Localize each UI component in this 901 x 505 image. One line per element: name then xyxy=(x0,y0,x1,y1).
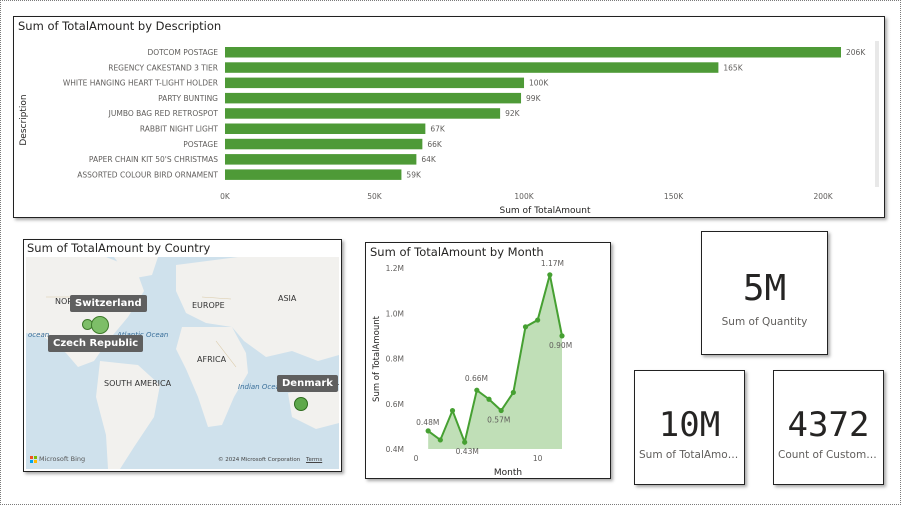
bar-category-label: JUMBO BAG RED RETROSPOT xyxy=(108,109,219,118)
data-point xyxy=(522,324,529,330)
map-area[interactable]: NORTH EUROPE ASIA AFRICA SOUTH AMERICA A… xyxy=(26,257,339,469)
bar-category-label: ASSORTED COLOUR BIRD ORNAMENT xyxy=(77,170,218,179)
y-tick-label: 0.4M xyxy=(386,445,404,454)
kpi-label-quantity: Sum of Quantity xyxy=(721,316,808,328)
bar xyxy=(225,92,522,104)
bubble-switzerland[interactable] xyxy=(91,316,109,334)
scrollbar-track xyxy=(875,41,879,187)
bar-category-label: DOTCOM POSTAGE xyxy=(147,48,218,57)
x-tick-label: 0K xyxy=(220,192,231,201)
x-axis-title: Month xyxy=(494,468,522,478)
report-canvas: Sum of TotalAmount by Description DOTCOM… xyxy=(0,0,901,505)
bar-data-label: 100K xyxy=(529,79,549,88)
y-tick-label: 1.0M xyxy=(386,309,404,318)
x-tick-label: 200K xyxy=(813,192,833,201)
data-point xyxy=(425,428,431,434)
terms-link[interactable]: Terms xyxy=(306,457,322,463)
ocean-label-cut: ocean xyxy=(28,331,50,339)
line-chart: 0.4M 0.6M 0.8M 1.0M 1.2M 0 10 0.48M 0.43M 0.66M 0.… xyxy=(372,259,572,478)
copyright-text: © 2024 Microsoft Corporation xyxy=(218,457,301,463)
bar xyxy=(225,62,719,73)
bar xyxy=(225,138,423,150)
kpi-label-totalamount: Sum of TotalAmount xyxy=(639,449,744,461)
bar xyxy=(225,169,402,180)
bar xyxy=(225,123,426,134)
data-point xyxy=(547,272,553,278)
bar-data-label: 99K xyxy=(526,94,542,103)
x-tick-label: 0 xyxy=(414,454,419,463)
x-tick-label: 150K xyxy=(664,192,684,201)
bar xyxy=(225,108,501,119)
line-data-label: 0.66M xyxy=(465,374,488,383)
bar-data-label: 67K xyxy=(430,125,446,134)
data-point xyxy=(498,407,504,414)
line-chart-card[interactable]: Sum of TotalAmount by Month 0.4M 0.6M 0.8M… xyxy=(365,242,611,479)
bar-category-label: PARTY BUNTING xyxy=(158,94,218,103)
bar-category-label: POSTAGE xyxy=(183,140,218,149)
kpi-card-customer-count[interactable]: 4372 Count of Customer... xyxy=(773,370,884,485)
map-title: Sum of TotalAmount by Country xyxy=(27,241,211,255)
bar-category-label: PAPER CHAIN KIT 50'S CHRISTMAS xyxy=(89,155,218,164)
line-data-label: 1.17M xyxy=(541,259,564,268)
country-label-switzerland: Switzerland xyxy=(70,295,147,312)
bar-category-label: REGENCY CAKESTAND 3 TIER xyxy=(108,63,218,72)
region-label-south-america: SOUTH AMERICA xyxy=(104,379,172,388)
map-copyright: © 2024 Microsoft Corporation Terms xyxy=(218,457,322,463)
bar-data-label: 66K xyxy=(427,140,443,149)
y-tick-label: 1.2M xyxy=(386,264,404,273)
y-tick-label: 0.8M xyxy=(386,355,404,364)
bing-logo-text: Microsoft Bing xyxy=(39,455,86,463)
bar-chart-card[interactable]: Sum of TotalAmount by Description DOTCOM… xyxy=(13,16,885,218)
data-point xyxy=(437,437,443,443)
map-card[interactable]: Sum of TotalAmount by Country NORTH EURO… xyxy=(23,239,342,472)
bar xyxy=(225,47,841,58)
data-point xyxy=(535,317,541,323)
region-label-africa: AFRICA xyxy=(197,355,227,364)
data-point xyxy=(559,333,565,339)
line-data-label: 0.48M xyxy=(416,418,439,427)
microsoft-logo-icon xyxy=(30,455,37,463)
bar-data-label: 165K xyxy=(723,63,743,72)
kpi-value-quantity: 5M xyxy=(742,268,787,309)
line-data-label: 0.43M xyxy=(456,447,479,456)
bar xyxy=(225,77,525,89)
x-tick-label: 100K xyxy=(514,192,534,201)
bar-data-label: 64K xyxy=(421,155,437,164)
data-point xyxy=(474,387,480,393)
bar-data-label: 206K xyxy=(846,48,866,57)
line-data-label: 0.90M xyxy=(549,341,572,350)
kpi-card-quantity[interactable]: 5M Sum of Quantity xyxy=(701,231,828,355)
kpi-value-customer-count: 4372 xyxy=(787,405,870,445)
x-tick-label: 10 xyxy=(533,454,543,463)
ocean-label-indian: Indian Ocea xyxy=(238,383,280,391)
region-label-asia: ASIA xyxy=(278,294,297,303)
data-point xyxy=(462,439,468,445)
bar xyxy=(225,154,417,165)
kpi-card-totalamount[interactable]: 10M Sum of TotalAmount xyxy=(634,370,745,485)
bubble-denmark[interactable] xyxy=(294,397,308,411)
kpi-value-totalamount: 10M xyxy=(658,405,721,445)
bar-category-label: WHITE HANGING HEART T-LIGHT HOLDER xyxy=(63,79,218,88)
line-data-label: 0.57M xyxy=(487,416,510,425)
region-label-europe: EUROPE xyxy=(192,301,225,310)
data-point xyxy=(486,396,492,402)
x-axis-title: Sum of TotalAmount xyxy=(500,206,591,216)
y-axis-title: Sum of TotalAmount xyxy=(372,315,382,402)
bar-data-label: 59K xyxy=(406,170,422,179)
y-axis-title: Description xyxy=(19,94,29,145)
data-point xyxy=(449,407,456,414)
y-tick-label: 0.6M xyxy=(386,400,404,409)
bar-data-label: 92K xyxy=(505,109,521,118)
country-label-denmark: Denmark xyxy=(277,375,338,392)
bar-category-label: RABBIT NIGHT LIGHT xyxy=(140,125,219,134)
bing-logo: Microsoft Bing xyxy=(30,455,85,463)
country-label-czech-republic: Czech Republic xyxy=(48,335,144,352)
world-map xyxy=(26,257,339,469)
x-tick-label: 50K xyxy=(367,192,383,201)
data-point xyxy=(510,389,516,396)
bar-chart: DOTCOM POSTAGE 206K REGENCY CAKESTAND 3 TI… xyxy=(19,41,879,216)
kpi-label-customer-count: Count of Customer... xyxy=(778,449,883,461)
